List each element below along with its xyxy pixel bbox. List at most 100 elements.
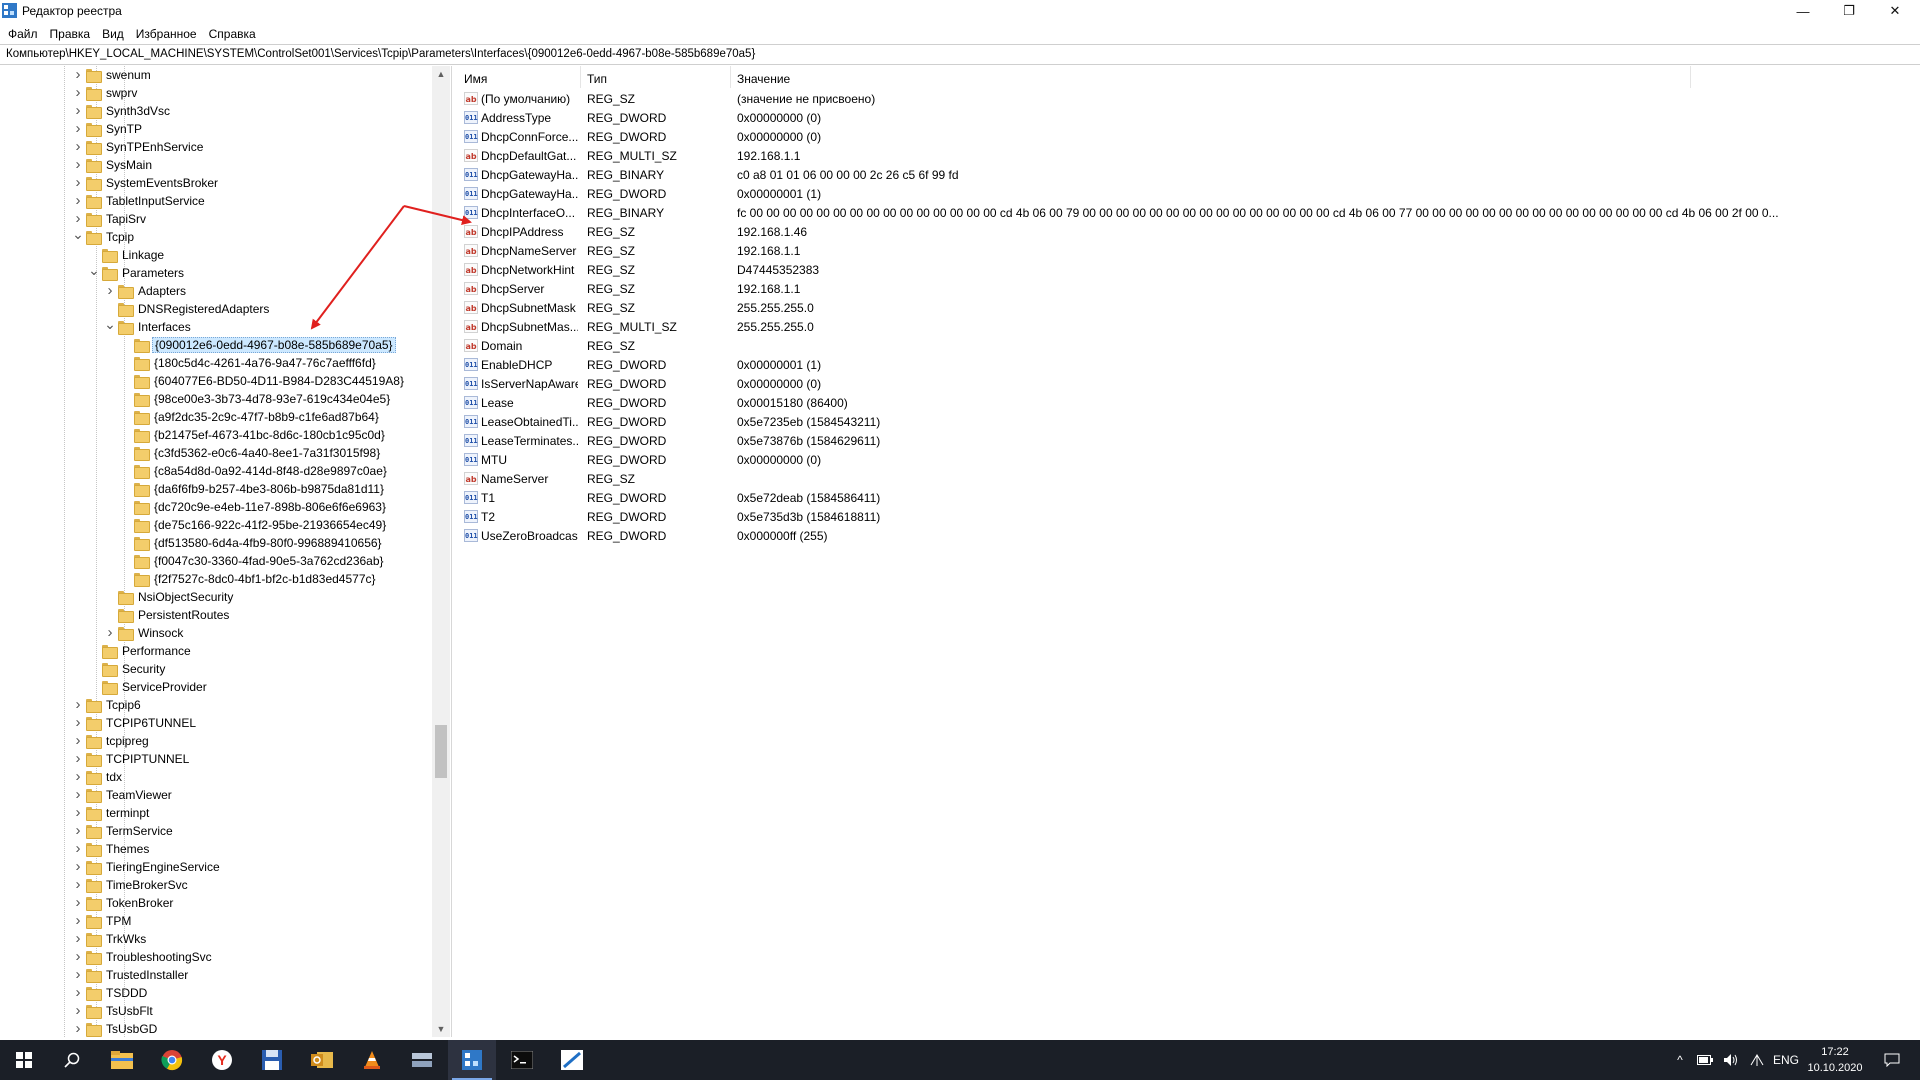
tree-node[interactable]: Performance <box>0 642 432 660</box>
tree-node[interactable]: {da6f6fb9-b257-4be3-806b-b9875da81d11} <box>0 480 432 498</box>
tree-node-label[interactable]: SysMain <box>104 158 154 172</box>
chevron-right-icon[interactable]: › <box>72 67 84 82</box>
notifications-icon[interactable] <box>1872 1040 1912 1080</box>
scroll-down-icon[interactable]: ▼ <box>432 1021 450 1037</box>
chevron-right-icon[interactable]: › <box>72 1003 84 1018</box>
tree-node[interactable]: › TrustedInstaller <box>0 966 432 984</box>
value-row[interactable]: ab DhcpNetworkHint REG_SZ D47445352383 <box>458 260 1898 279</box>
value-row[interactable]: 011 DhcpConnForce... REG_DWORD 0x00000000 (… <box>458 127 1898 146</box>
value-row[interactable]: ab DhcpDefaultGat... REG_MULTI_SZ 192.168.1… <box>458 146 1898 165</box>
chevron-right-icon[interactable]: › <box>72 103 84 118</box>
values-list[interactable]: Имя Тип Значение ab (По умолчанию) REG_SZ(… <box>458 66 1920 1037</box>
chevron-right-icon[interactable]: › <box>72 931 84 946</box>
chevron-right-icon[interactable]: › <box>72 85 84 100</box>
tree-node[interactable]: › TPM <box>0 912 432 930</box>
battery-icon[interactable] <box>1692 1040 1718 1080</box>
tree-node-label[interactable]: TCPIP6TUNNEL <box>104 716 198 730</box>
tree-node-label[interactable]: {b21475ef-4673-41bc-8d6c-180cb1c95c0d} <box>152 428 387 442</box>
tree-node[interactable]: {180c5d4c-4261-4a76-9a47-76c7aefff6fd} <box>0 354 432 372</box>
start-button[interactable] <box>0 1040 48 1080</box>
tree-node-label[interactable]: swprv <box>104 86 139 100</box>
tree-node-label[interactable]: TCPIPTUNNEL <box>104 752 191 766</box>
tree-node[interactable]: › swprv <box>0 84 432 102</box>
tree-node[interactable]: › TCPIPTUNNEL <box>0 750 432 768</box>
chevron-right-icon[interactable]: › <box>72 733 84 748</box>
network-app[interactable] <box>548 1040 596 1080</box>
chevron-down-icon[interactable]: ⌄ <box>104 317 116 331</box>
menu-file[interactable]: Файл <box>6 27 44 41</box>
tree-node-label[interactable]: Tcpip <box>104 230 136 244</box>
value-row[interactable]: ab Domain REG_SZ <box>458 336 1898 355</box>
chevron-right-icon[interactable]: › <box>72 949 84 964</box>
tree-node-label[interactable]: {df513580-6d4a-4fb9-80f0-996889410656} <box>152 536 384 550</box>
tree-node-label[interactable]: NsiObjectSecurity <box>136 590 235 604</box>
tree-node-label[interactable]: {c8a54d8d-0a92-414d-8f48-d28e9897c0ae} <box>152 464 389 478</box>
chevron-right-icon[interactable]: › <box>72 1021 84 1036</box>
outlook-app[interactable] <box>298 1040 346 1080</box>
tree-node-label[interactable]: swenum <box>104 68 153 82</box>
chevron-right-icon[interactable]: › <box>72 787 84 802</box>
chevron-right-icon[interactable]: › <box>72 139 84 154</box>
language-indicator[interactable]: ENG <box>1770 1040 1802 1080</box>
column-value[interactable]: Значение <box>731 66 1691 88</box>
value-row[interactable]: ab DhcpSubnetMas... REG_MULTI_SZ 255.255.25… <box>458 317 1898 336</box>
menu-help[interactable]: Справка <box>207 27 262 41</box>
tree-node-label[interactable]: Parameters <box>120 266 186 280</box>
network-status-icon[interactable] <box>1744 1040 1770 1080</box>
tree-node[interactable]: › TSDDD <box>0 984 432 1002</box>
chevron-down-icon[interactable]: ⌄ <box>88 263 100 277</box>
tree-node[interactable]: › TsUsbGD <box>0 1020 432 1037</box>
tree-node-label[interactable]: TabletInputService <box>104 194 207 208</box>
tree-node-label[interactable]: {c3fd5362-e0c6-4a40-8ee1-7a31f3015f98} <box>152 446 382 460</box>
tree-node-label[interactable]: DNSRegisteredAdapters <box>136 302 271 316</box>
tree-node[interactable]: {c3fd5362-e0c6-4a40-8ee1-7a31f3015f98} <box>0 444 432 462</box>
chevron-right-icon[interactable]: › <box>72 841 84 856</box>
tree-node[interactable]: {b21475ef-4673-41bc-8d6c-180cb1c95c0d} <box>0 426 432 444</box>
tree-node[interactable]: › TokenBroker <box>0 894 432 912</box>
tree-node[interactable]: › TapiSrv <box>0 210 432 228</box>
tree-node[interactable]: › TabletInputService <box>0 192 432 210</box>
tree-node-label[interactable]: {f0047c30-3360-4fad-90e5-3a762cd236ab} <box>152 554 386 568</box>
tree-node-label[interactable]: TimeBrokerSvc <box>104 878 190 892</box>
scroll-up-icon[interactable]: ▲ <box>432 66 450 82</box>
tree-node[interactable]: {f0047c30-3360-4fad-90e5-3a762cd236ab} <box>0 552 432 570</box>
value-row[interactable]: ab DhcpServer REG_SZ 192.168.1.1 <box>458 279 1898 298</box>
tree-node-label[interactable]: TPM <box>104 914 133 928</box>
value-row[interactable]: 011 LeaseObtainedTi... REG_DWORD 0x5e7235eb… <box>458 412 1898 431</box>
tree-node-label[interactable]: Adapters <box>136 284 188 298</box>
column-type[interactable]: Тип <box>581 66 731 88</box>
clock[interactable]: 17:22 10.10.2020 <box>1800 1044 1870 1076</box>
save-disk-app[interactable] <box>248 1040 296 1080</box>
tree-node-label[interactable]: TeamViewer <box>104 788 174 802</box>
chevron-right-icon[interactable]: › <box>72 175 84 190</box>
tree-node[interactable]: {de75c166-922c-41f2-95be-21936654ec49} <box>0 516 432 534</box>
chevron-right-icon[interactable]: › <box>72 913 84 928</box>
chevron-right-icon[interactable]: › <box>72 877 84 892</box>
tree-node[interactable]: {f2f7527c-8dc0-4bf1-bf2c-b1d83ed4577c} <box>0 570 432 588</box>
tree-node[interactable]: {dc720c9e-e4eb-11e7-898b-806e6f6e6963} <box>0 498 432 516</box>
tree-node-label[interactable]: {180c5d4c-4261-4a76-9a47-76c7aefff6fd} <box>152 356 378 370</box>
chevron-right-icon[interactable]: › <box>72 715 84 730</box>
menu-edit[interactable]: Правка <box>48 27 97 41</box>
tree-node-label[interactable]: TieringEngineService <box>104 860 222 874</box>
tree-node-label[interactable]: Synth3dVsc <box>104 104 172 118</box>
registry-editor-app[interactable] <box>448 1040 496 1080</box>
tree-node-label[interactable]: terminpt <box>104 806 151 820</box>
tree-node[interactable]: › TroubleshootingSvc <box>0 948 432 966</box>
terminal-app[interactable] <box>498 1040 546 1080</box>
tree-node[interactable]: › Winsock <box>0 624 432 642</box>
tree-node[interactable]: NsiObjectSecurity <box>0 588 432 606</box>
tree-node[interactable]: › SynTPEnhService <box>0 138 432 156</box>
chevron-right-icon[interactable]: › <box>72 967 84 982</box>
tree-node-label[interactable]: TermService <box>104 824 175 838</box>
tree-node[interactable]: › tdx <box>0 768 432 786</box>
tree-node[interactable]: › TimeBrokerSvc <box>0 876 432 894</box>
tree-node[interactable]: {c8a54d8d-0a92-414d-8f48-d28e9897c0ae} <box>0 462 432 480</box>
tree-node[interactable]: ⌄ Parameters <box>0 263 432 282</box>
show-hidden-icons-icon[interactable]: ^ <box>1668 1040 1692 1080</box>
menu-view[interactable]: Вид <box>100 27 130 41</box>
tree-scrollbar[interactable]: ▲ ▼ <box>432 66 450 1037</box>
value-row[interactable]: ab DhcpNameServer REG_SZ 192.168.1.1 <box>458 241 1898 260</box>
chevron-right-icon[interactable]: › <box>104 625 116 640</box>
menu-favorites[interactable]: Избранное <box>134 27 203 41</box>
